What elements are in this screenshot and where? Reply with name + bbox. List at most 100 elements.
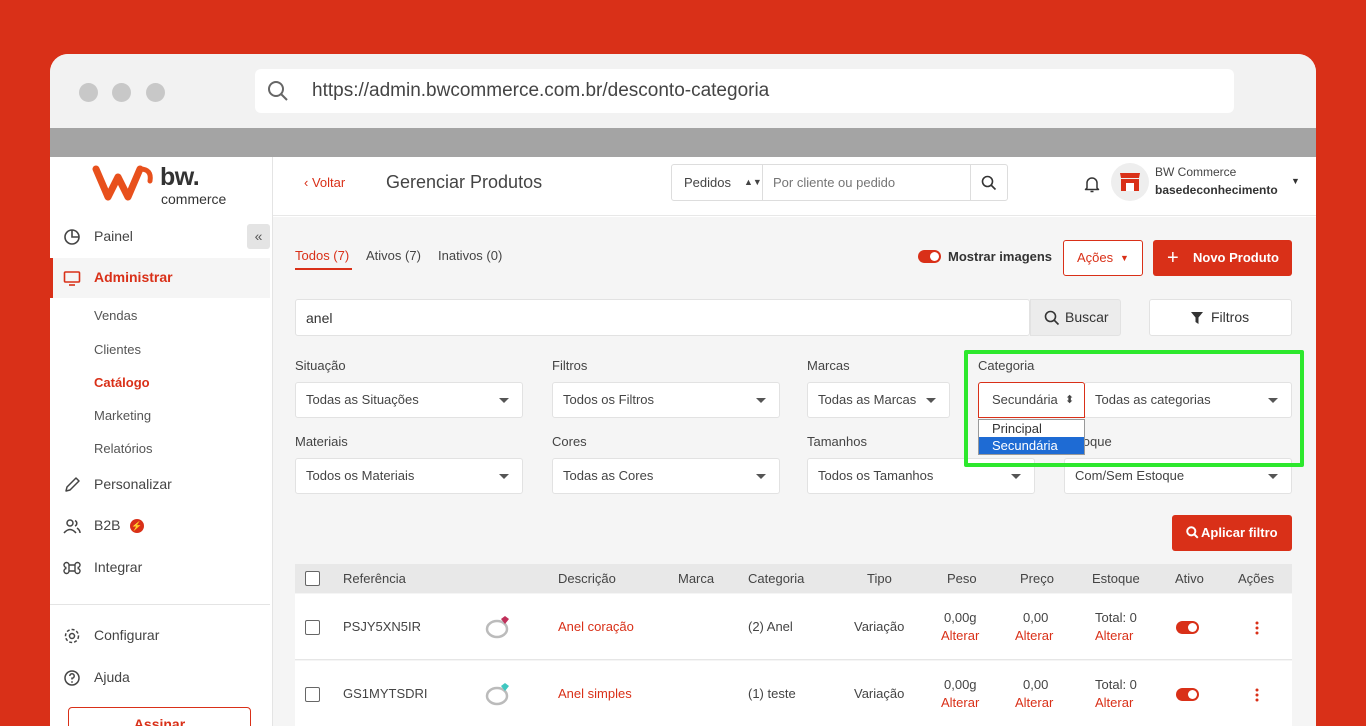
sidebar-item-label: Painel <box>94 228 133 244</box>
address-bar[interactable]: https://admin.bwcommerce.com.br/desconto… <box>255 69 1234 113</box>
table-row[interactable]: GS1MYTSDRI Anel simples (1) teste Variaç… <box>295 661 1292 726</box>
product-stock: Total: 0 <box>1095 677 1137 692</box>
filtros-button[interactable]: Filtros <box>1149 299 1292 336</box>
bell-icon[interactable] <box>1082 174 1102 194</box>
caret-down-icon: ▼ <box>1120 253 1129 263</box>
estoque-value: Com/Sem Estoque <box>1075 468 1185 483</box>
aplicar-filtro-button[interactable]: Aplicar filtro <box>1172 515 1292 551</box>
situacao-select[interactable]: Todas as Situações <box>295 382 523 418</box>
caret-down-icon <box>756 474 766 479</box>
column-header[interactable]: Categoria <box>748 571 804 586</box>
product-type: Variação <box>854 619 905 634</box>
logo[interactable]: bw. commerce <box>92 161 242 207</box>
sidebar: bw. commerce « Painel Administrar Vendas… <box>50 157 273 726</box>
search-icon <box>1186 526 1199 539</box>
sidebar-item-label: Ajuda <box>94 669 130 685</box>
product-thumbnail[interactable] <box>483 678 515 710</box>
sidebar-subitem-relatorios[interactable]: Relatórios <box>94 441 153 456</box>
avatar[interactable] <box>1111 163 1149 201</box>
sidebar-subitem-vendas[interactable]: Vendas <box>94 308 137 323</box>
materiais-select[interactable]: Todos os Materiais <box>295 458 523 494</box>
sidebar-subitem-catalogo[interactable]: Catálogo <box>94 375 150 390</box>
product-description-link[interactable]: Anel coração <box>558 619 634 634</box>
product-weight: 0,00g <box>944 610 977 625</box>
product-description-link[interactable]: Anel simples <box>558 686 632 701</box>
column-header[interactable]: Ações <box>1238 571 1274 586</box>
sidebar-item-administrar[interactable]: Administrar <box>50 258 270 298</box>
column-header[interactable]: Descrição <box>558 571 616 586</box>
search-icon <box>981 175 997 191</box>
caret-down-icon[interactable]: ▼ <box>1291 176 1300 186</box>
alterar-price-link[interactable]: Alterar <box>1015 695 1053 710</box>
cores-label: Cores <box>552 434 587 449</box>
select-all-checkbox[interactable] <box>305 571 320 586</box>
sidebar-item-b2b[interactable]: B2B ⚡ <box>50 506 270 546</box>
novo-produto-button[interactable]: + Novo Produto <box>1153 240 1292 276</box>
alterar-stock-link[interactable]: Alterar <box>1095 695 1133 710</box>
users-icon <box>63 519 81 534</box>
window-dot-close[interactable] <box>79 83 98 102</box>
filtros-select[interactable]: Todos os Filtros <box>552 382 780 418</box>
show-images-toggle[interactable] <box>918 250 941 263</box>
tab-ativos[interactable]: Ativos (7) <box>366 248 421 263</box>
products-table: Referência Descrição Marca Categoria Tip… <box>295 564 1292 726</box>
row-checkbox[interactable] <box>305 687 320 702</box>
column-header[interactable]: Estoque <box>1092 571 1140 586</box>
sidebar-item-label: Personalizar <box>94 476 172 492</box>
product-search-input[interactable] <box>296 300 1029 335</box>
main-content: Todos (7) Ativos (7) Inativos (0) Mostra… <box>273 217 1316 726</box>
sidebar-subitem-clientes[interactable]: Clientes <box>94 342 141 357</box>
order-search-input[interactable] <box>763 165 970 200</box>
search-icon <box>268 81 288 101</box>
caret-down-icon <box>1268 474 1278 479</box>
alterar-weight-link[interactable]: Alterar <box>941 695 979 710</box>
help-icon <box>64 670 80 686</box>
sidebar-item-configurar[interactable]: Configurar <box>50 616 270 656</box>
product-search <box>295 299 1030 336</box>
sidebar-item-painel[interactable]: Painel <box>50 217 270 257</box>
kebab-menu-icon[interactable] <box>1255 688 1259 702</box>
pie-chart-icon <box>64 229 80 245</box>
column-header[interactable]: Ativo <box>1175 571 1204 586</box>
assinar-button[interactable]: Assinar <box>68 707 251 726</box>
search-icon <box>1044 310 1060 326</box>
column-header[interactable]: Preço <box>1020 571 1054 586</box>
filtros-value: Todos os Filtros <box>563 392 655 407</box>
marcas-label: Marcas <box>807 358 850 373</box>
buscar-button[interactable]: Buscar <box>1030 299 1121 336</box>
sidebar-item-personalizar[interactable]: Personalizar <box>50 465 270 505</box>
window-dot-maximize[interactable] <box>146 83 165 102</box>
alterar-price-link[interactable]: Alterar <box>1015 628 1053 643</box>
window-dot-minimize[interactable] <box>112 83 131 102</box>
column-header[interactable]: Peso <box>947 571 977 586</box>
tab-inativos[interactable]: Inativos (0) <box>438 248 502 263</box>
logo-sub: commerce <box>161 191 227 207</box>
materiais-value: Todos os Materiais <box>306 468 415 483</box>
alterar-weight-link[interactable]: Alterar <box>941 628 979 643</box>
caret-down-icon <box>1011 474 1021 479</box>
back-link[interactable]: ‹ Voltar <box>304 175 345 190</box>
column-header[interactable]: Tipo <box>867 571 892 586</box>
sidebar-item-label: Configurar <box>94 627 160 643</box>
row-checkbox[interactable] <box>305 620 320 635</box>
tab-active-indicator <box>295 268 352 270</box>
column-header[interactable]: Referência <box>343 571 406 586</box>
search-type-select[interactable]: Pedidos ▲▼ <box>672 165 763 200</box>
cores-select[interactable]: Todas as Cores <box>552 458 780 494</box>
situacao-value: Todas as Situações <box>306 392 419 407</box>
column-header[interactable]: Marca <box>678 571 714 586</box>
active-toggle[interactable] <box>1176 688 1199 701</box>
kebab-menu-icon[interactable] <box>1255 621 1259 635</box>
sidebar-subitem-marketing[interactable]: Marketing <box>94 408 151 423</box>
alterar-stock-link[interactable]: Alterar <box>1095 628 1133 643</box>
order-search-button[interactable] <box>970 165 1007 200</box>
acoes-button[interactable]: Ações ▼ <box>1063 240 1143 276</box>
table-row[interactable]: PSJY5XN5IR Anel coração (2) Anel Variaçã… <box>295 594 1292 660</box>
marcas-select[interactable]: Todas as Marcas <box>807 382 950 418</box>
active-toggle[interactable] <box>1176 621 1199 634</box>
sidebar-item-ajuda[interactable]: Ajuda <box>50 658 270 698</box>
product-thumbnail[interactable] <box>483 611 515 643</box>
sidebar-item-integrar[interactable]: Integrar <box>50 548 270 588</box>
filter-icon <box>1191 312 1203 324</box>
tab-todos[interactable]: Todos (7) <box>295 248 349 263</box>
